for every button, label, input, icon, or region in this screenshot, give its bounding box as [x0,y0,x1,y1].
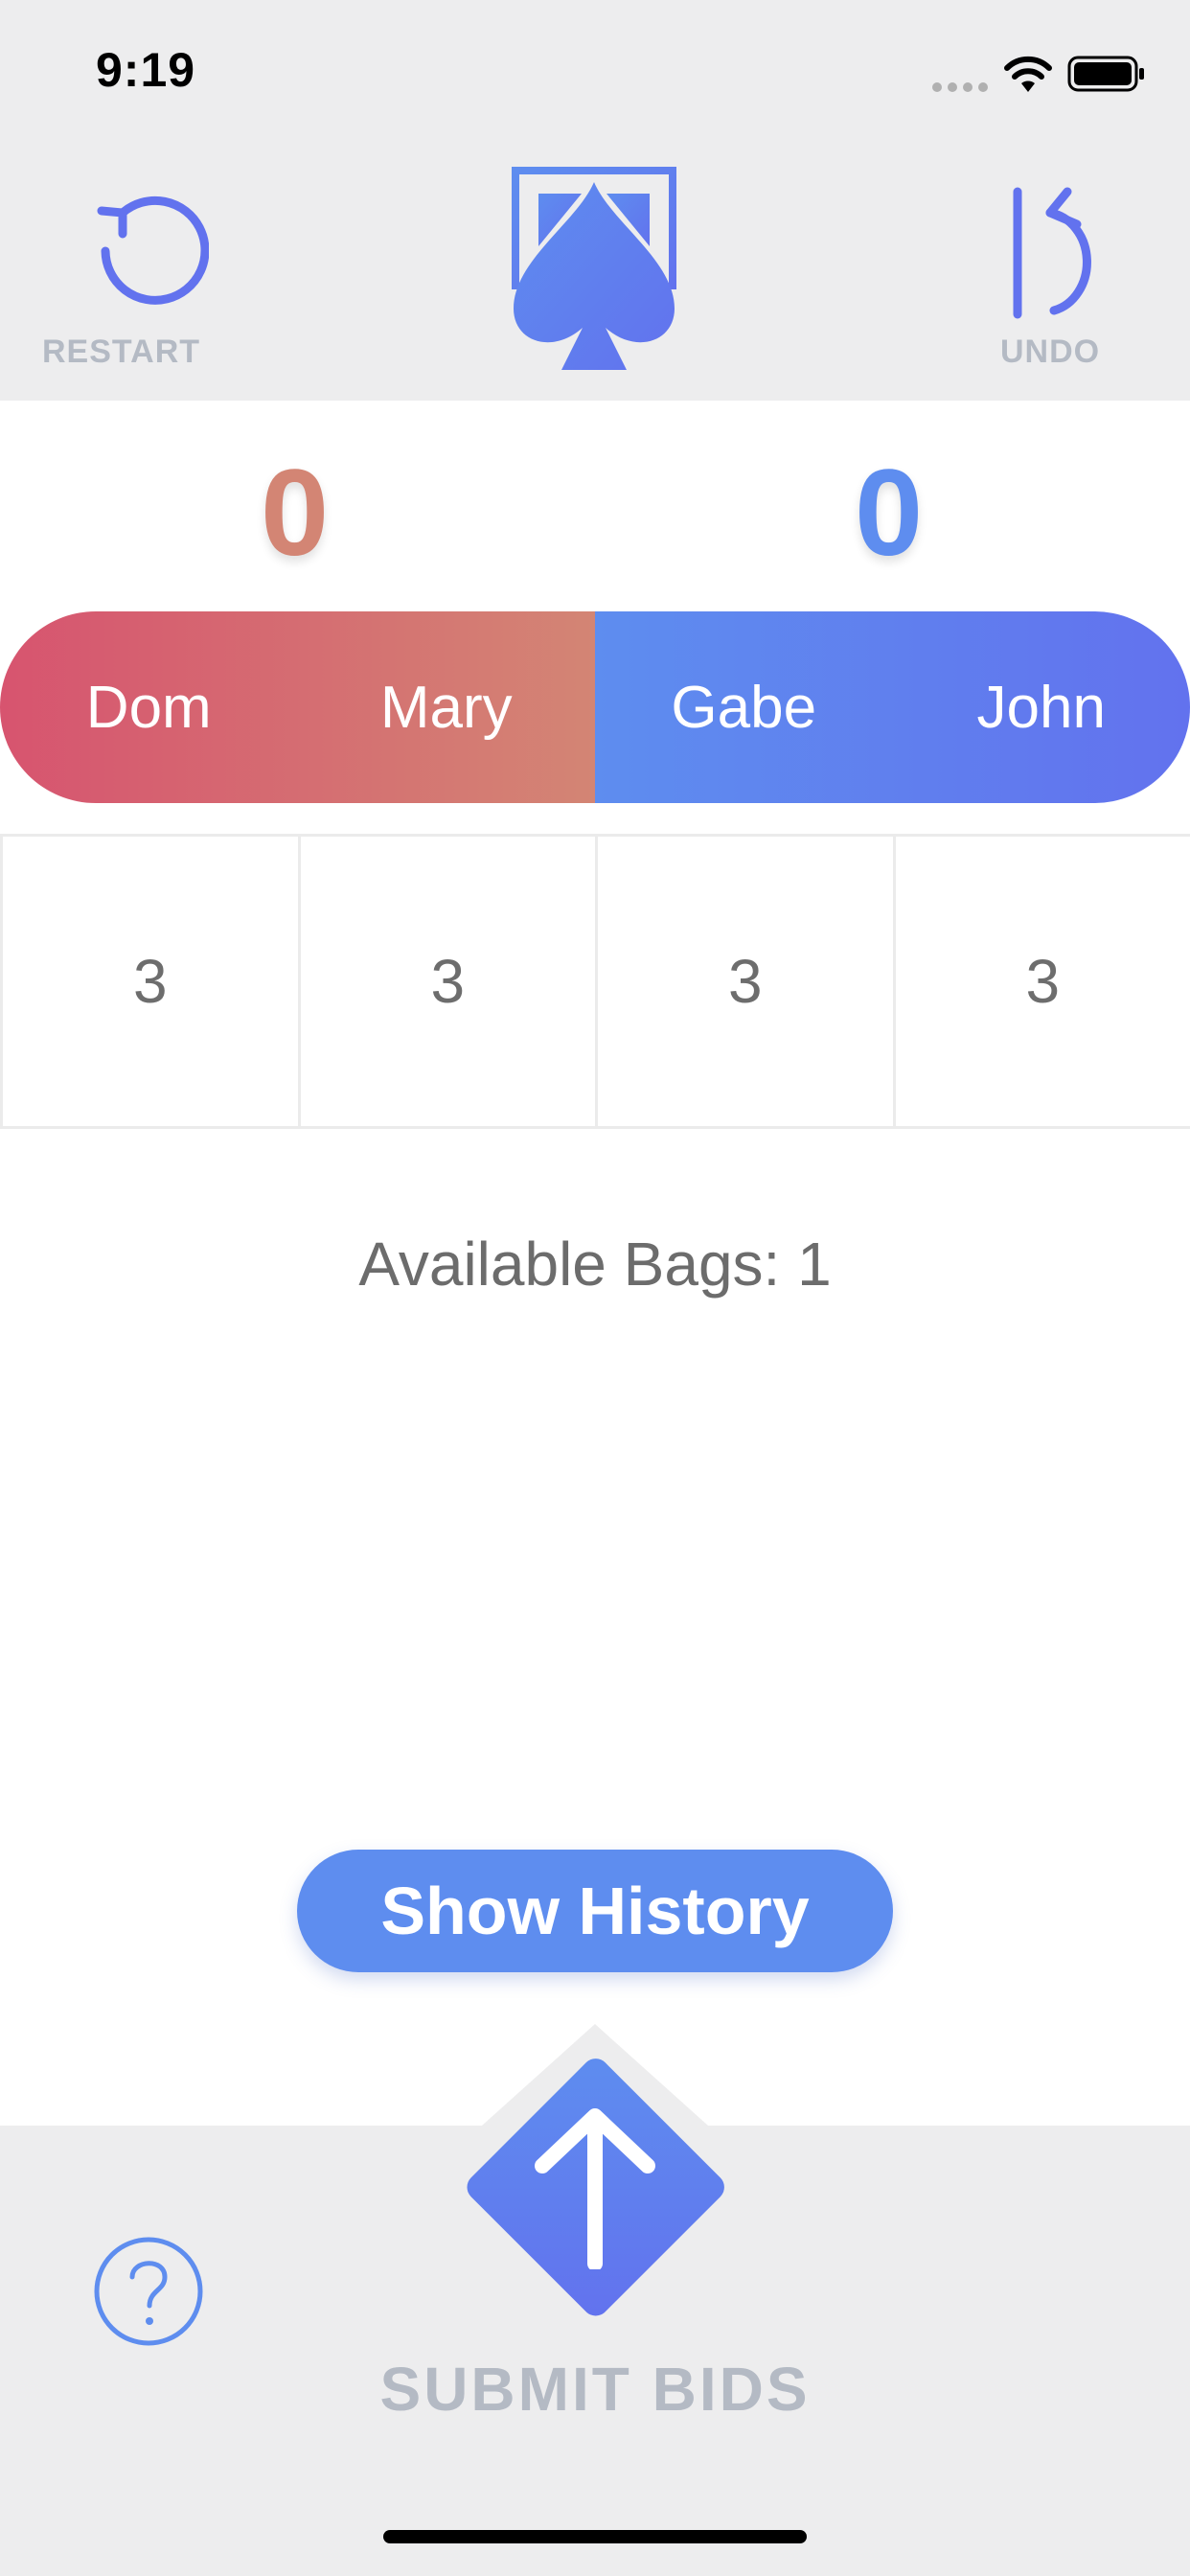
arrow-up-icon [533,2106,657,2271]
restart-icon [84,192,210,316]
submit-bids-button[interactable] [458,2014,732,2340]
team2-score: 0 [855,445,924,582]
player-name[interactable]: John [893,611,1190,803]
restart-label: RESTART [42,334,201,370]
team1: Dom Mary [0,611,595,803]
available-bags-text: Available Bags: 1 [358,1230,832,1299]
status-time: 9:19 [96,43,196,97]
signal-icon [931,80,989,92]
undo-icon [1006,186,1121,320]
bid-cell[interactable]: 3 [595,834,896,1129]
bid-cell[interactable]: 3 [892,834,1190,1129]
player-name[interactable]: Mary [298,611,596,803]
question-icon[interactable] [92,2235,205,2348]
restart-button[interactable]: RESTART [38,182,230,383]
submit-bids-label: SUBMIT BIDS [379,2355,811,2424]
bid-cell[interactable]: 3 [297,834,598,1129]
undo-label: UNDO [1000,334,1101,370]
battery-icon [1067,56,1146,92]
player-name[interactable]: Gabe [595,611,893,803]
undo-button[interactable]: UNDO [977,182,1169,383]
bids-row: 3 3 3 3 [0,834,1190,1129]
home-indicator [383,2530,807,2543]
spade-card-icon [510,165,678,376]
player-name[interactable]: Dom [0,611,298,803]
show-history-button[interactable]: Show History [297,1850,893,1972]
team-bar: Dom Mary Gabe John [0,611,1190,803]
wifi-icon [1002,54,1054,94]
bid-cell[interactable]: 3 [0,834,301,1129]
team1-score: 0 [261,445,330,582]
team2: Gabe John [595,611,1190,803]
